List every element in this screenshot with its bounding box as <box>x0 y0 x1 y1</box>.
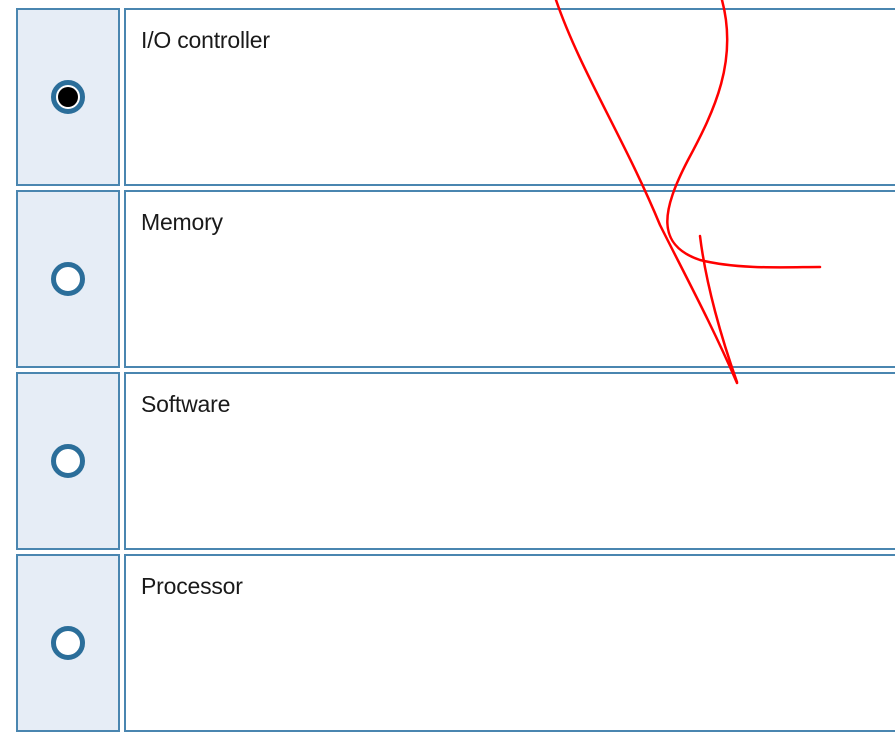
option-label-cell[interactable]: I/O controller <box>124 8 895 186</box>
radio-button[interactable] <box>51 444 85 478</box>
radio-cell[interactable] <box>16 190 120 368</box>
radio-button[interactable] <box>51 626 85 660</box>
radio-cell[interactable] <box>16 372 120 550</box>
option-label: Software <box>141 391 231 417</box>
option-label: I/O controller <box>141 27 270 53</box>
answer-option-software[interactable]: Software <box>16 372 895 550</box>
answer-options-list: I/O controller Memory Software Processor <box>16 8 895 736</box>
option-label: Processor <box>141 573 243 599</box>
radio-button[interactable] <box>51 262 85 296</box>
radio-cell[interactable] <box>16 8 120 186</box>
option-label: Memory <box>141 209 223 235</box>
option-label-cell[interactable]: Processor <box>124 554 895 732</box>
option-label-cell[interactable]: Software <box>124 372 895 550</box>
answer-option-memory[interactable]: Memory <box>16 190 895 368</box>
answer-option-io-controller[interactable]: I/O controller <box>16 8 895 186</box>
radio-button-selected[interactable] <box>51 80 85 114</box>
option-label-cell[interactable]: Memory <box>124 190 895 368</box>
answer-option-processor[interactable]: Processor <box>16 554 895 732</box>
radio-cell[interactable] <box>16 554 120 732</box>
